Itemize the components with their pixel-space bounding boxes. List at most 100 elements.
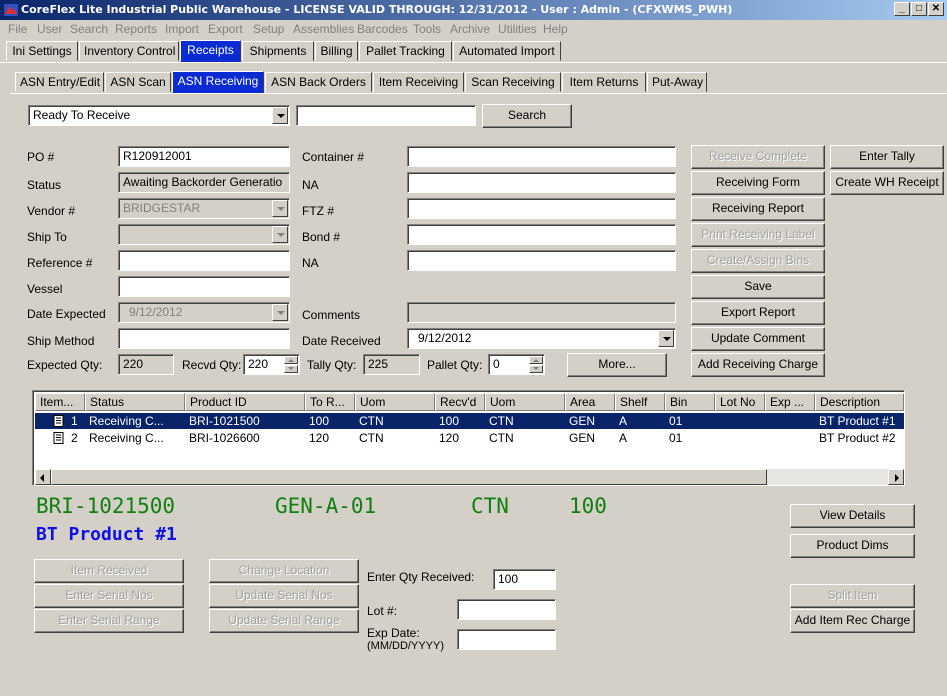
recvd-qty-stepper[interactable]: 220 [243,354,300,375]
chevron-down-icon [272,226,288,243]
tab-asn-back-orders[interactable]: ASN Back Orders [265,72,372,92]
na2-field[interactable] [407,250,676,271]
menu-help[interactable]: Help [543,22,568,36]
tab-shipments[interactable]: Shipments [242,41,314,61]
table-row[interactable]: 1 Receiving C... BRI-1021500 100 CTN 100… [35,413,904,429]
reference-field[interactable] [118,250,290,271]
cell-shelf: A [619,431,628,445]
split-item-button[interactable]: Split Item [790,584,915,608]
export-report-button[interactable]: Export Report [691,301,825,325]
tab-put-away[interactable]: Put-Away [647,72,707,92]
save-button[interactable]: Save [691,275,825,299]
bond-field[interactable] [407,224,676,245]
change-location-button[interactable]: Change Location [209,559,359,583]
col-area[interactable]: Area [565,393,615,411]
tab-asn-scan[interactable]: ASN Scan [105,72,171,92]
col-uom[interactable]: Uom [355,393,435,411]
scroll-thumb[interactable] [51,469,767,485]
product-dims-button[interactable]: Product Dims [790,534,915,558]
tab-item-receiving[interactable]: Item Receiving [373,72,464,92]
status-filter-select[interactable]: Ready To Receive [28,105,290,126]
menu-export[interactable]: Export [208,22,243,36]
menu-archive[interactable]: Archive [450,22,490,36]
container-field[interactable] [407,146,676,167]
col-item[interactable]: Item... [35,393,85,411]
tab-pallet-tracking[interactable]: Pallet Tracking [359,41,452,61]
menu-file[interactable]: File [8,22,27,36]
search-button[interactable]: Search [482,104,572,128]
tab-automated-import[interactable]: Automated Import [453,41,561,61]
spinner-icon[interactable] [529,356,543,373]
menu-reports[interactable]: Reports [115,22,157,36]
item-received-button[interactable]: Item Received [34,559,184,583]
maximize-button[interactable]: □ [911,2,927,16]
receiving-report-button[interactable]: Receiving Report [691,197,825,221]
na2-label: NA [302,256,319,270]
menu-utilities[interactable]: Utilities [498,22,537,36]
scroll-right-icon[interactable] [888,469,904,485]
col-lot-no[interactable]: Lot No [715,393,765,411]
table-row[interactable]: 2 Receiving C... BRI-1026600 120 CTN 120… [35,430,904,446]
add-item-rec-charge-button[interactable]: Add Item Rec Charge [790,609,915,633]
date-received-select[interactable]: 9/12/2012 [407,328,676,349]
col-exp[interactable]: Exp ... [765,393,815,411]
menu-tools[interactable]: Tools [413,22,441,36]
tab-item-returns[interactable]: Item Returns [562,72,646,92]
col-status[interactable]: Status [85,393,185,411]
receipt-items-grid[interactable]: Item... Status Product ID To R... Uom Re… [32,390,905,486]
add-receiving-charge-button[interactable]: Add Receiving Charge [691,353,825,377]
col-recvd[interactable]: Recv'd [435,393,485,411]
update-serial-range-button[interactable]: Update Serial Range [209,609,359,633]
scroll-left-icon[interactable] [35,469,51,485]
menu-barcodes[interactable]: Barcodes [357,22,408,36]
tab-scan-receiving[interactable]: Scan Receiving [465,72,561,92]
receive-complete-button[interactable]: Receive Complete [691,145,825,169]
horizontal-scrollbar[interactable] [35,469,904,485]
minimize-button[interactable]: _ [894,2,910,16]
menu-setup[interactable]: Setup [253,22,284,36]
chevron-down-icon[interactable] [658,330,674,347]
enter-tally-button[interactable]: Enter Tally [830,145,944,169]
na1-field[interactable] [407,172,676,193]
menu-user[interactable]: User [37,22,62,36]
tab-inventory-control[interactable]: Inventory Control [79,41,179,61]
enter-qty-field[interactable]: 100 [493,569,556,590]
create-wh-receipt-button[interactable]: Create WH Receipt [830,171,944,195]
search-input[interactable] [296,105,476,126]
col-shelf[interactable]: Shelf [615,393,665,411]
cell-to-receive: 100 [309,414,330,428]
tab-asn-receiving[interactable]: ASN Receiving [172,71,264,93]
spinner-icon[interactable] [284,356,298,373]
chevron-down-icon[interactable] [272,107,288,124]
ship-method-field[interactable] [118,328,290,349]
close-button[interactable]: ✕ [928,2,944,16]
create-assign-bins-button[interactable]: Create/Assign Bins [691,249,825,273]
update-serial-nos-button[interactable]: Update Serial Nos [209,584,359,608]
menu-search[interactable]: Search [70,22,108,36]
more-button[interactable]: More... [567,353,667,377]
print-receiving-label-button[interactable]: Print Receiving Label [691,223,825,247]
col-to-receive[interactable]: To R... [305,393,355,411]
view-details-button[interactable]: View Details [790,504,915,528]
col-description[interactable]: Description [815,393,904,411]
ftz-field[interactable] [407,198,676,219]
col-product-id[interactable]: Product ID [185,393,305,411]
tab-billing[interactable]: Billing [315,41,358,61]
col-uom-2[interactable]: Uom [485,393,565,411]
po-field[interactable]: R120912001 [118,146,290,167]
update-comment-button[interactable]: Update Comment [691,327,825,351]
tab-asn-entry-edit[interactable]: ASN Entry/Edit [15,72,104,92]
lot-field[interactable] [457,599,556,620]
col-bin[interactable]: Bin [665,393,715,411]
menu-assemblies[interactable]: Assemblies [293,22,354,36]
reference-label: Reference # [27,256,93,270]
tab-receipts[interactable]: Receipts [180,40,241,62]
vessel-field[interactable] [118,276,290,297]
enter-serial-range-button[interactable]: Enter Serial Range [34,609,184,633]
pallet-qty-stepper[interactable]: 0 [488,354,545,375]
enter-serial-nos-button[interactable]: Enter Serial Nos [34,584,184,608]
menu-import[interactable]: Import [165,22,199,36]
receiving-form-button[interactable]: Receiving Form [691,171,825,195]
tab-ini-settings[interactable]: Ini Settings [6,41,78,61]
exp-date-field[interactable] [457,629,556,650]
